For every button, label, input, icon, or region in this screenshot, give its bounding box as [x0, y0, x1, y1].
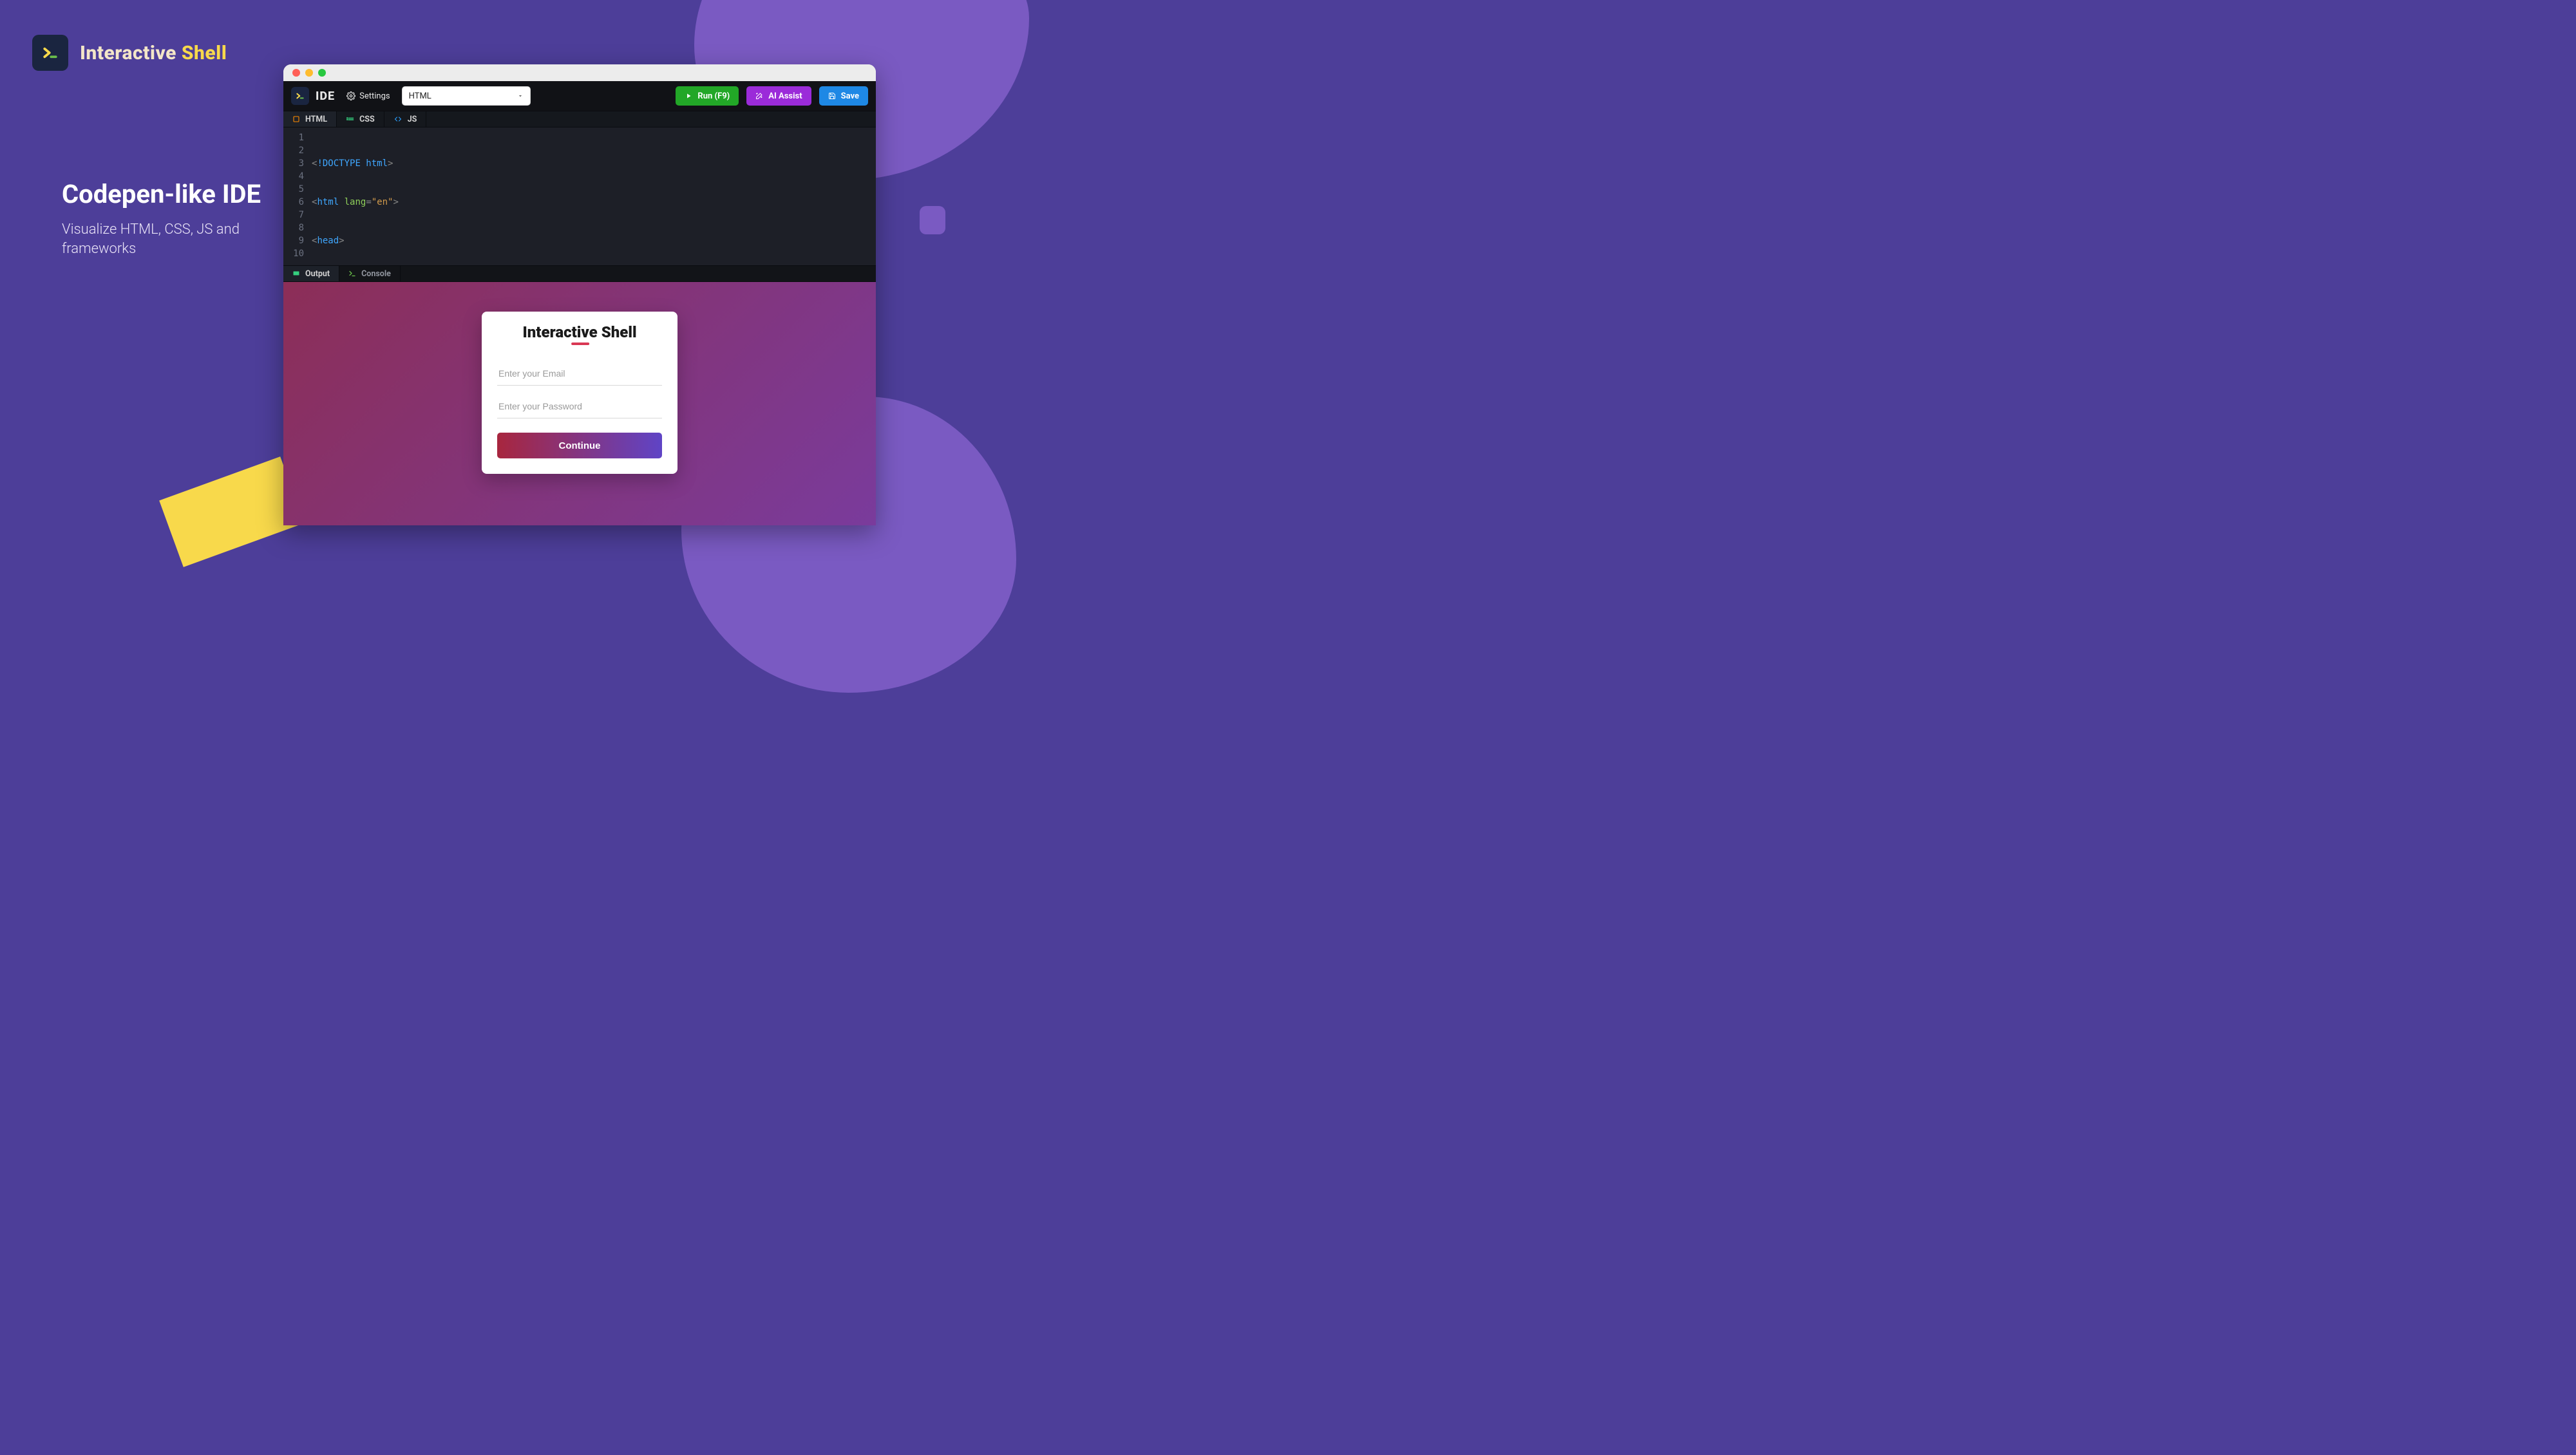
html-icon — [292, 115, 300, 123]
ide-title: IDE — [316, 89, 335, 103]
run-label: Run (F9) — [697, 91, 730, 101]
hero: Codepen-like IDE Visualize HTML, CSS, JS… — [62, 180, 268, 258]
tab-js[interactable]: JS — [384, 111, 427, 127]
login-title: Interactive Shell — [497, 323, 662, 341]
brand-title-part1: Interactive — [80, 42, 182, 64]
login-card: Interactive Shell Continue — [482, 312, 677, 474]
email-field[interactable] — [497, 362, 662, 386]
magic-wand-icon — [755, 92, 763, 100]
window-minimize-icon[interactable] — [305, 69, 313, 77]
tab-js-label: JS — [408, 115, 417, 124]
code-editor[interactable]: 1 2 3 4 5 6 7 8 9 10 <!DOCTYPE html> <ht… — [283, 127, 876, 265]
tab-console-label: Console — [361, 269, 391, 279]
hero-heading: Codepen-like IDE — [62, 180, 268, 209]
brand-terminal-icon — [32, 35, 68, 71]
js-icon — [393, 115, 402, 123]
language-selected: HTML — [409, 91, 431, 101]
decor-bar-right — [920, 206, 945, 234]
brand-title: Interactive Shell — [80, 42, 227, 64]
password-field[interactable] — [497, 395, 662, 418]
editor-tabs: HTML ≔ CSS JS — [283, 111, 876, 127]
brand: Interactive Shell — [32, 35, 227, 71]
tab-css[interactable]: ≔ CSS — [337, 111, 384, 127]
terminal-icon — [348, 270, 356, 277]
gear-icon — [346, 91, 355, 100]
hero-subtitle: Visualize HTML, CSS, JS and frameworks — [62, 220, 268, 258]
window-titlebar — [283, 64, 876, 81]
output-tabs: Output Console — [283, 265, 876, 282]
chevron-down-icon — [517, 93, 524, 99]
line-number-gutter: 1 2 3 4 5 6 7 8 9 10 — [283, 131, 312, 261]
monitor-icon — [292, 270, 300, 277]
code-content: <!DOCTYPE html> <html lang="en"> <head> … — [312, 131, 876, 261]
output-preview: Interactive Shell Continue — [283, 282, 876, 525]
ide-logo-icon — [291, 87, 309, 105]
continue-button[interactable]: Continue — [497, 433, 662, 458]
brand-title-part2: Shell — [182, 42, 227, 64]
settings-label: Settings — [359, 91, 390, 101]
save-label: Save — [841, 91, 859, 101]
play-icon — [685, 92, 692, 100]
tab-console[interactable]: Console — [339, 266, 401, 281]
ide-window: IDE Settings HTML — [283, 64, 876, 525]
ide-toolbar: IDE Settings HTML — [283, 81, 876, 111]
settings-button[interactable]: Settings — [341, 89, 395, 104]
language-select[interactable]: HTML — [402, 86, 531, 106]
tab-html-label: HTML — [305, 115, 327, 124]
window-zoom-icon[interactable] — [318, 69, 326, 77]
save-button[interactable]: Save — [819, 86, 868, 106]
css-icon: ≔ — [346, 115, 354, 124]
ai-assist-label: AI Assist — [768, 91, 802, 101]
tab-html[interactable]: HTML — [283, 111, 337, 127]
run-button[interactable]: Run (F9) — [676, 86, 739, 106]
ai-assist-button[interactable]: AI Assist — [746, 86, 811, 106]
tab-css-label: CSS — [359, 115, 375, 124]
decor-yellow-block — [159, 456, 305, 567]
tab-output[interactable]: Output — [283, 266, 339, 281]
window-close-icon[interactable] — [292, 69, 300, 77]
tab-output-label: Output — [305, 269, 330, 279]
save-icon — [828, 92, 836, 100]
